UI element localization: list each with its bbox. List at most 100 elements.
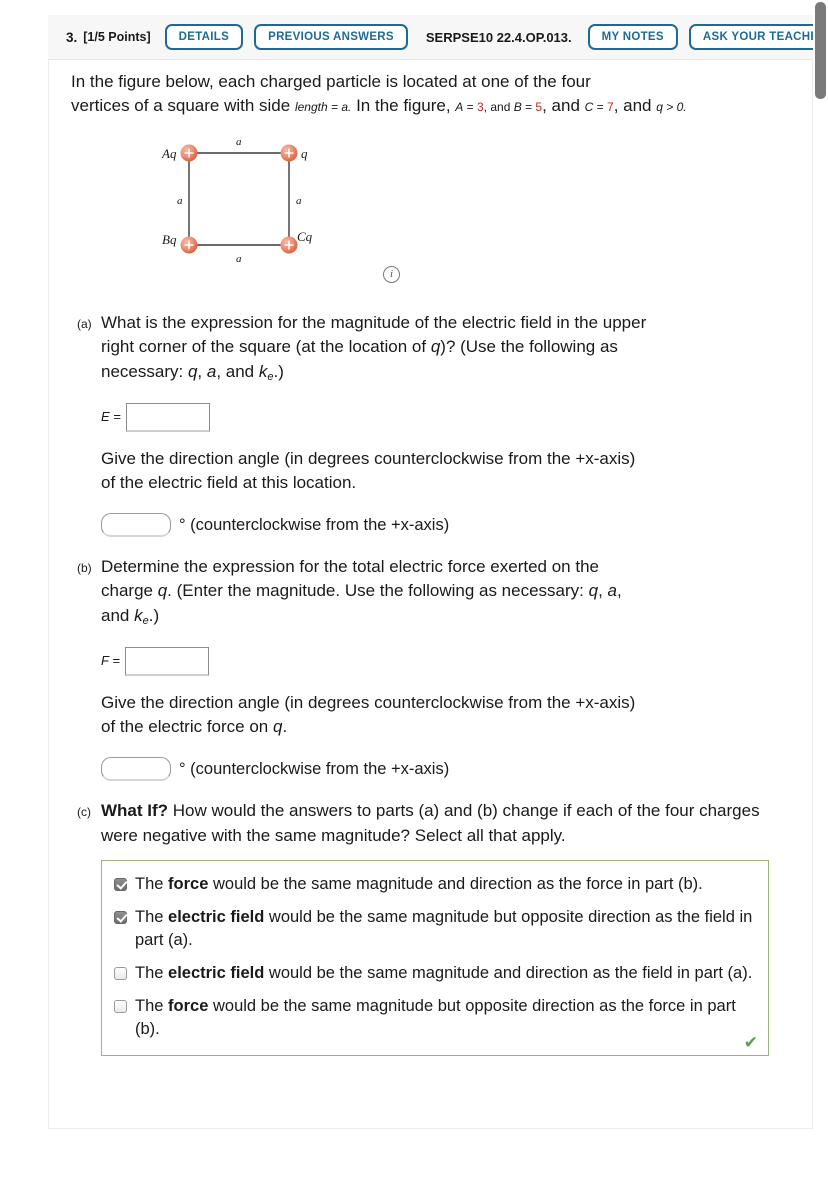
stem-sep-2: , and <box>542 96 585 116</box>
question-panel: In the figure below, each charged partic… <box>48 60 813 1129</box>
part-b-label: (b) <box>77 561 92 576</box>
part-c-what-if: What If? <box>101 801 169 821</box>
part-b-q-line1: Determine the expression for the total e… <box>101 557 599 577</box>
checkbox-unchecked-icon[interactable] <box>114 1000 127 1014</box>
correct-answer-checkmark: ✔ <box>743 1033 758 1053</box>
stem-var-B: B <box>513 100 522 115</box>
part-a-q-line3a: necessary: <box>101 361 188 381</box>
part-b-q-line2b: . (Enter the magnitude. Use the followin… <box>167 581 589 601</box>
choice-item[interactable]: The electric field would be the same mag… <box>114 906 754 952</box>
part-a-sep1: , <box>197 361 207 381</box>
part-b-direction-prompt: Give the direction angle (in degrees cou… <box>101 691 801 739</box>
part-a-q-line2b: )? (Use the following as <box>440 337 618 357</box>
choice-emphasis: electric field <box>168 907 265 926</box>
part-a-q-line2a: right corner of the square (at the locat… <box>101 337 431 357</box>
square-charges-figure: Aq q Bq Cq a a a a i <box>151 128 400 293</box>
checkbox-unchecked-icon[interactable] <box>114 967 127 980</box>
choice-emphasis: force <box>168 997 209 1016</box>
part-b-need-a: a <box>607 581 618 601</box>
part-c-choices-box: The force would be the same magnitude an… <box>101 859 769 1057</box>
stem-line-1: In the figure below, each charged partic… <box>71 72 591 91</box>
part-b-need-q: q <box>588 581 599 601</box>
label-side-top: a <box>236 136 242 148</box>
question-number: 3. <box>66 29 78 45</box>
part-c-q-rest: How would the answers to parts (a) and (… <box>101 801 760 845</box>
part-a-q-line1: What is the expression for the magnitude… <box>101 313 647 333</box>
label-side-left: a <box>177 195 183 207</box>
choice-post: would be the same magnitude and directio… <box>264 964 753 982</box>
question-page: 3. [1/5 Points] DETAILS PREVIOUS ANSWERS… <box>0 0 828 1191</box>
part-b-dir-line1: Give the direction angle (in degrees cou… <box>101 693 636 713</box>
electric-field-input[interactable] <box>125 403 210 433</box>
part-a-angle-suffix: ° (counterclockwise from the +x-axis) <box>179 515 450 534</box>
electric-force-angle-input[interactable] <box>101 757 171 782</box>
choice-pre: The <box>135 997 169 1016</box>
part-b-body: Determine the expression for the total e… <box>101 555 801 782</box>
part-b-angle-row: ° (counterclockwise from the +x-axis) <box>101 757 801 782</box>
label-side-bottom: a <box>236 253 242 265</box>
electric-force-input[interactable] <box>124 647 209 677</box>
part-a-angle-row: ° (counterclockwise from the +x-axis) <box>101 513 801 538</box>
part-a-dir-line2: of the electric field at this location. <box>101 473 357 493</box>
part-a-q-line3end: .) <box>273 361 284 381</box>
stem-sep-3: , and <box>613 96 657 116</box>
my-notes-button[interactable]: MY NOTES <box>587 23 678 51</box>
ask-your-teacher-button[interactable]: ASK YOUR TEACHER <box>688 23 828 51</box>
part-b-angle-suffix: ° (counterclockwise from the +x-axis) <box>179 759 450 778</box>
checkbox-checked-icon[interactable] <box>114 910 127 924</box>
electric-field-angle-input[interactable] <box>101 513 171 538</box>
checkbox-checked-icon[interactable] <box>114 877 127 891</box>
choice-post: would be the same magnitude but opposite… <box>135 997 736 1039</box>
choice-emphasis: electric field <box>168 964 265 982</box>
part-b-q-line2a: charge <box>101 581 158 601</box>
part-b-sep1: , <box>598 581 608 601</box>
previous-answers-button[interactable]: PREVIOUS ANSWERS <box>254 23 408 51</box>
label-bottom-left: Bq <box>162 232 177 247</box>
stem-eq-B: = <box>521 100 536 115</box>
choice-pre: The <box>135 907 169 926</box>
choice-post: would be the same magnitude and directio… <box>208 874 703 893</box>
part-b-dir-line2b: . <box>282 717 288 737</box>
choice-pre: The <box>135 964 169 982</box>
plus-signs <box>184 148 294 250</box>
figure-svg: Aq q Bq Cq a a a a <box>161 136 313 265</box>
stem-q-condition: q > 0. <box>656 100 687 115</box>
label-top-right: q <box>301 146 308 161</box>
part-b: (b) Determine the expression for the tot… <box>71 555 801 782</box>
stem-eq-C: = <box>593 100 608 115</box>
part-a-question: What is the expression for the magnitude… <box>101 311 801 385</box>
label-top-left: Aq <box>161 146 177 161</box>
choice-label: The electric field would be the same mag… <box>135 906 754 952</box>
part-a: (a) What is the expression for the magni… <box>71 311 801 538</box>
part-c-question: What If? How would the answers to parts … <box>101 799 801 847</box>
choice-label: The force would be the same magnitude bu… <box>135 995 754 1041</box>
stem-side-length: length = a. <box>294 100 352 115</box>
label-side-right: a <box>296 195 302 207</box>
part-b-answer-row: F = <box>101 647 801 677</box>
choice-label: The force would be the same magnitude an… <box>135 873 703 896</box>
scrollbar-track[interactable] <box>813 0 828 1191</box>
part-a-sep2: , and <box>216 361 259 381</box>
stem-line-2a: vertices of a square with side <box>71 96 295 116</box>
choice-item[interactable]: The force would be the same magnitude an… <box>114 873 754 896</box>
part-b-q-line3end: .) <box>148 605 160 625</box>
question-code: SERPSE10 22.4.OP.013. <box>425 29 572 45</box>
part-a-body: What is the expression for the magnitude… <box>101 311 801 538</box>
part-a-answer-label: E = <box>101 409 121 425</box>
scrollbar-thumb[interactable] <box>815 2 826 99</box>
part-a-var-q: q <box>430 337 441 357</box>
part-c-label: (c) <box>77 805 91 820</box>
part-b-question: Determine the expression for the total e… <box>101 555 801 629</box>
part-c-body: What If? How would the answers to parts … <box>101 799 801 847</box>
part-b-q-line3a: and <box>101 605 135 625</box>
choice-item[interactable]: The electric field would be the same mag… <box>114 962 754 985</box>
choice-item[interactable]: The force would be the same magnitude bu… <box>114 995 754 1041</box>
part-a-dir-line1: Give the direction angle (in degrees cou… <box>101 449 636 469</box>
info-icon[interactable]: i <box>383 266 400 284</box>
stem-eq-A: = <box>463 100 477 115</box>
details-button[interactable]: DETAILS <box>164 23 244 51</box>
part-a-direction-prompt: Give the direction angle (in degrees cou… <box>101 447 801 495</box>
part-a-need-q: q <box>187 361 198 381</box>
stem-val-C: 7 <box>607 100 614 115</box>
question-points: [1/5 Points] <box>83 30 151 44</box>
